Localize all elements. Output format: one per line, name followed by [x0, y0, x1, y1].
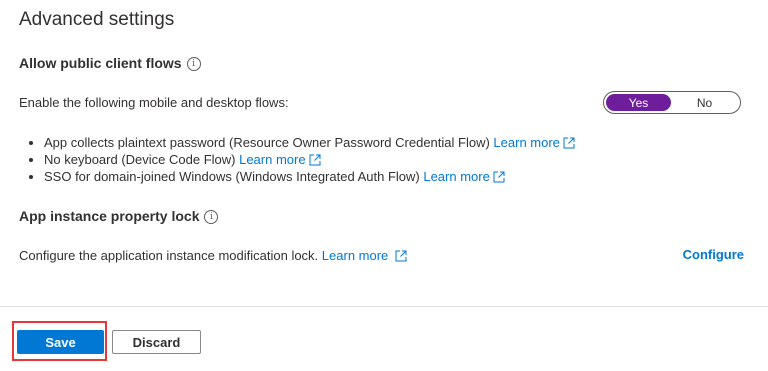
list-item: App collects plaintext password (Resourc…	[44, 134, 575, 151]
info-icon[interactable]: i	[204, 210, 219, 224]
list-item: SSO for domain-joined Windows (Windows I…	[44, 168, 575, 185]
save-button[interactable]: Save	[17, 330, 104, 354]
public-client-toggle[interactable]: Yes No	[603, 91, 741, 114]
learn-more-label: Learn more	[493, 135, 560, 150]
learn-more-link[interactable]: Learn more	[423, 169, 505, 184]
flow-text: No keyboard (Device Code Flow)	[44, 152, 236, 167]
page-title: Advanced settings	[19, 9, 175, 30]
external-link-icon	[395, 250, 407, 262]
learn-more-link[interactable]: Learn more	[239, 152, 321, 167]
learn-more-link[interactable]: Learn more	[322, 248, 407, 263]
toggle-no-option[interactable]: No	[671, 96, 738, 110]
instance-lock-description-row: Configure the application instance modif…	[19, 248, 407, 263]
public-client-heading-label: Allow public client flows	[19, 55, 182, 71]
learn-more-label: Learn more	[239, 152, 306, 167]
configure-link[interactable]: Configure	[683, 247, 744, 262]
learn-more-link[interactable]: Learn more	[493, 135, 575, 150]
learn-more-label: Learn more	[423, 169, 490, 184]
discard-button[interactable]: Discard	[112, 330, 201, 354]
external-link-icon	[309, 154, 321, 166]
list-item: No keyboard (Device Code Flow) Learn mor…	[44, 151, 575, 168]
public-client-heading: Allow public client flows i	[19, 55, 201, 71]
flow-text: App collects plaintext password (Resourc…	[44, 135, 490, 150]
learn-more-label: Learn more	[321, 248, 389, 263]
instance-lock-heading-label: App instance property lock	[19, 208, 200, 224]
external-link-icon	[563, 137, 575, 149]
flow-text: SSO for domain-joined Windows (Windows I…	[44, 169, 420, 184]
flows-list: App collects plaintext password (Resourc…	[19, 134, 575, 185]
instance-lock-description: Configure the application instance modif…	[19, 248, 319, 263]
toggle-yes-option[interactable]: Yes	[606, 94, 671, 111]
external-link-icon	[493, 171, 505, 183]
instance-lock-heading: App instance property lock i	[19, 208, 219, 224]
public-client-description: Enable the following mobile and desktop …	[19, 95, 289, 110]
info-icon[interactable]: i	[186, 57, 201, 71]
footer-divider	[0, 306, 768, 307]
